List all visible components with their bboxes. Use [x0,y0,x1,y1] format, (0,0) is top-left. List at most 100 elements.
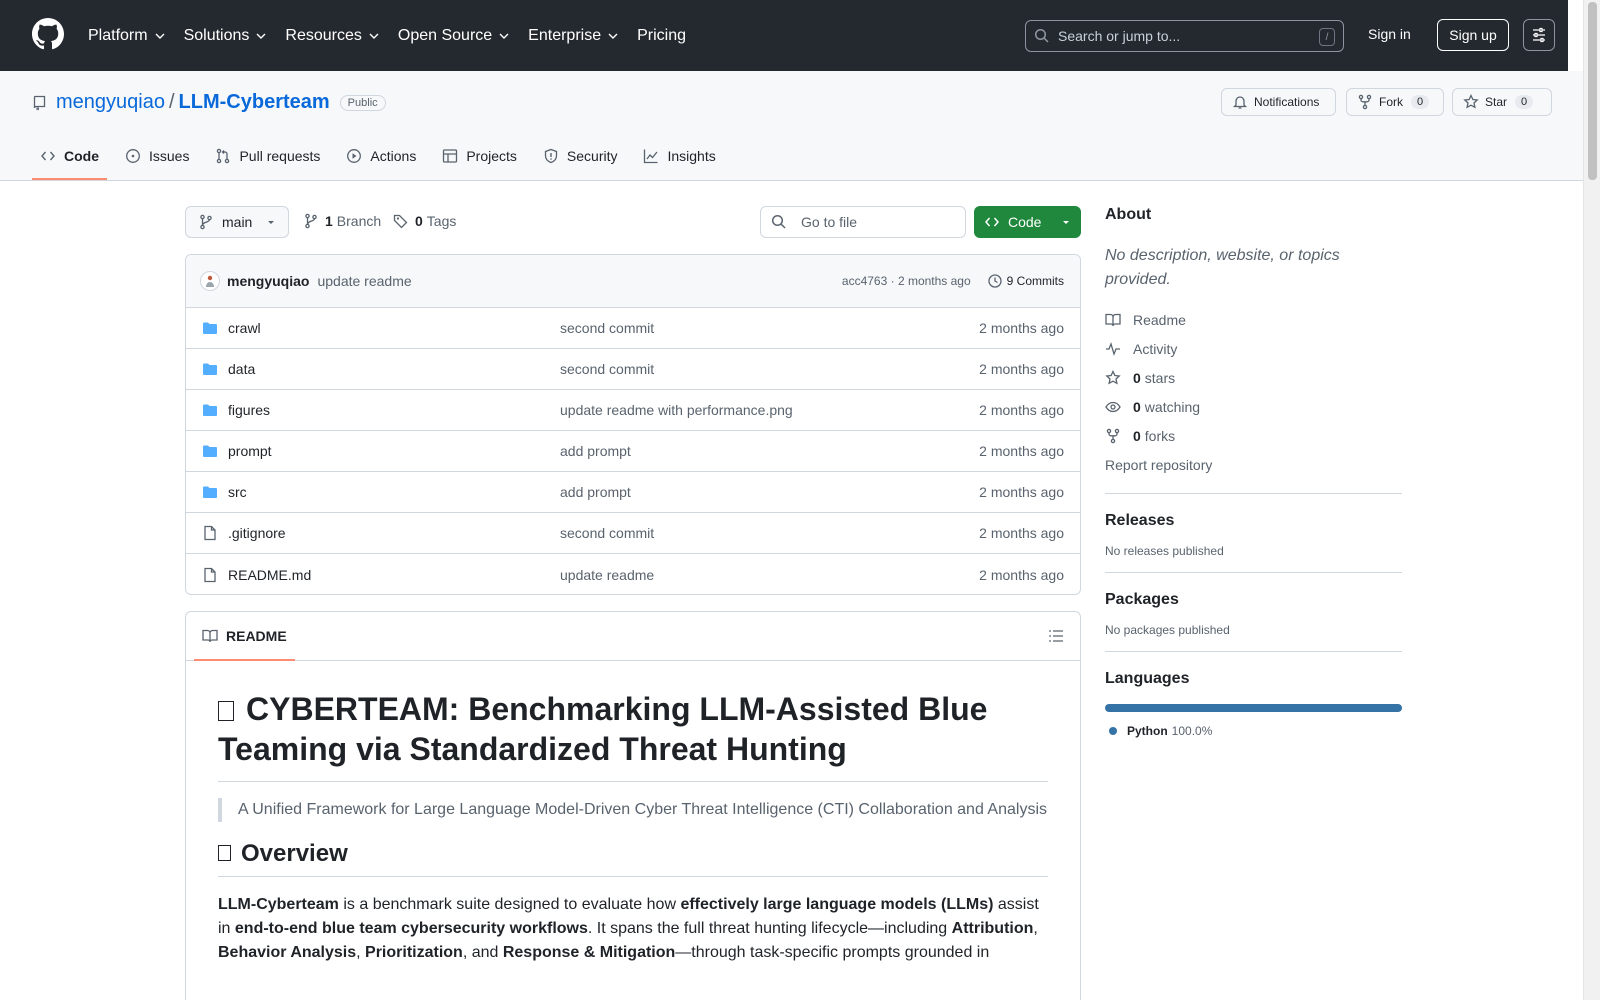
readme-overview-heading: Overview [218,838,1048,877]
file-name-link[interactable]: prompt [228,443,560,459]
stars-label: stars [1144,369,1176,386]
nav-label: Resources [285,26,362,44]
file-row[interactable]: prompt add prompt 2 months ago [186,431,1080,472]
packages-heading[interactable]: Packages [1105,591,1402,609]
nav-resources[interactable]: Resources [285,27,379,45]
languages-heading: Languages [1105,670,1190,687]
tags-link[interactable]: 0 Tags [393,213,456,229]
latest-commit-row: mengyuqiao update readme acc4763 · 2 mon… [186,255,1080,308]
star-icon [1105,369,1121,385]
tab-label: Issues [149,148,190,164]
avatar[interactable] [200,271,220,291]
file-name-link[interactable]: src [228,484,560,500]
paragraph-text: , [1033,920,1038,937]
repo-name-link[interactable]: LLM-Cyberteam [179,91,330,114]
file-name-link[interactable]: figures [228,402,560,418]
repo-title: mengyuqiao / LLM-Cyberteam Public [32,91,386,114]
page-scrollbar[interactable] [1583,0,1600,1000]
file-commit-date: 2 months ago [979,566,1064,583]
language-item[interactable]: Python 100.0% [1105,724,1402,738]
file-name-link[interactable]: .gitignore [228,525,560,541]
scrollbar-thumb[interactable] [1588,2,1597,180]
tab-security[interactable]: Security [535,140,626,180]
nav-solutions[interactable]: Solutions [184,27,268,45]
tab-actions[interactable]: Actions [338,140,424,180]
history-icon [988,274,1002,288]
language-bar [1105,704,1402,712]
tab-pull-requests[interactable]: Pull requests [207,140,328,180]
pulse-icon [1106,341,1120,356]
commit-author-link[interactable]: mengyuqiao [227,273,309,289]
fork-button[interactable]: Fork 0 [1346,88,1444,116]
notifications-button[interactable]: Notifications [1221,88,1336,116]
file-name-link[interactable]: crawl [228,320,560,336]
avatar-icon [206,275,214,287]
file-row[interactable]: .gitignore second commit 2 months ago [186,513,1080,554]
language-color-dot [1109,727,1117,735]
tab-issues[interactable]: Issues [117,140,197,180]
commits-history-link[interactable]: 9 Commits [987,273,1064,289]
watching-count: 0 [1133,398,1141,415]
github-logo-icon[interactable] [32,18,64,50]
bold-text: Behavior Analysis [218,944,357,961]
file-commit-date: 2 months ago [979,320,1064,336]
commit-message-link[interactable]: update readme [317,273,411,289]
forks-link[interactable]: 0 forks [1105,421,1402,450]
file-commit-date: 2 months ago [979,525,1064,541]
readme-title: CYBERTEAM: Benchmarking LLM-Assisted Blu… [218,689,1048,782]
paragraph-text: , [356,944,366,961]
file-commit-message[interactable]: add prompt [560,443,979,459]
go-to-file-input[interactable]: Go to file [760,206,966,238]
emoji-placeholder-icon [218,845,231,861]
watching-link[interactable]: 0 watching [1105,392,1402,421]
file-row[interactable]: src add prompt 2 months ago [186,472,1080,513]
file-row[interactable]: figures update readme with performance.p… [186,390,1080,431]
stars-link[interactable]: 0 stars [1105,363,1402,392]
code-dropdown-button[interactable]: Code [974,206,1081,238]
file-name-link[interactable]: data [228,361,560,377]
repo-owner-link[interactable]: mengyuqiao [56,91,165,114]
nav-pricing[interactable]: Pricing [637,27,686,45]
file-commit-message[interactable]: second commit [560,320,979,336]
file-commit-message[interactable]: second commit [560,361,979,377]
tab-code[interactable]: Code [32,140,107,180]
list-icon[interactable] [1048,628,1064,644]
commit-sha-time[interactable]: acc4763 · 2 months ago [842,274,971,288]
releases-heading[interactable]: Releases [1105,512,1402,530]
language-percent: 100.0% [1171,724,1213,738]
settings-menu-button[interactable] [1523,19,1555,51]
tab-insights[interactable]: Insights [635,140,723,180]
report-repository-link[interactable]: Report repository [1105,450,1402,479]
branches-link[interactable]: 1 Branch [303,213,381,229]
star-button[interactable]: Star 0 [1452,88,1552,116]
file-row[interactable]: crawl second commit 2 months ago [186,308,1080,349]
file-commit-message[interactable]: update readme with performance.png [560,402,979,418]
file-row[interactable]: README.md update readme 2 months ago [186,554,1080,594]
repository-navigation: Code Issues Pull requests Actions Projec… [32,140,734,180]
readme-title-text: CYBERTEAM: Benchmarking LLM-Assisted Blu… [218,691,988,767]
nav-platform[interactable]: Platform [88,27,166,45]
branch-selector[interactable]: main [185,206,289,238]
sign-in-link[interactable]: Sign in [1368,26,1411,42]
nav-label: Platform [88,26,148,44]
forks-label: forks [1144,427,1176,444]
file-commit-message[interactable]: update readme [560,567,979,583]
sign-up-button[interactable]: Sign up [1437,19,1509,51]
nav-open-source[interactable]: Open Source [398,27,510,45]
search-shortcut-key: / [1319,28,1335,46]
repo-sidebar: About No description, website, or topics… [1105,206,1402,738]
branch-name: main [222,214,253,230]
readme-tab[interactable]: README [194,612,295,661]
file-row[interactable]: data second commit 2 months ago [186,349,1080,390]
activity-link[interactable]: Activity [1105,334,1402,363]
fork-count: 0 [1411,95,1430,109]
file-commit-message[interactable]: second commit [560,525,979,541]
file-commit-message[interactable]: add prompt [560,484,979,500]
readme-link[interactable]: Readme [1105,305,1402,334]
tab-projects[interactable]: Projects [434,140,525,180]
nav-enterprise[interactable]: Enterprise [528,27,619,45]
global-search-input[interactable]: Search or jump to... / [1025,20,1344,52]
global-header: Platform Solutions Resources Open Source… [0,0,1568,71]
divider [1105,651,1402,652]
file-name-link[interactable]: README.md [228,567,560,583]
